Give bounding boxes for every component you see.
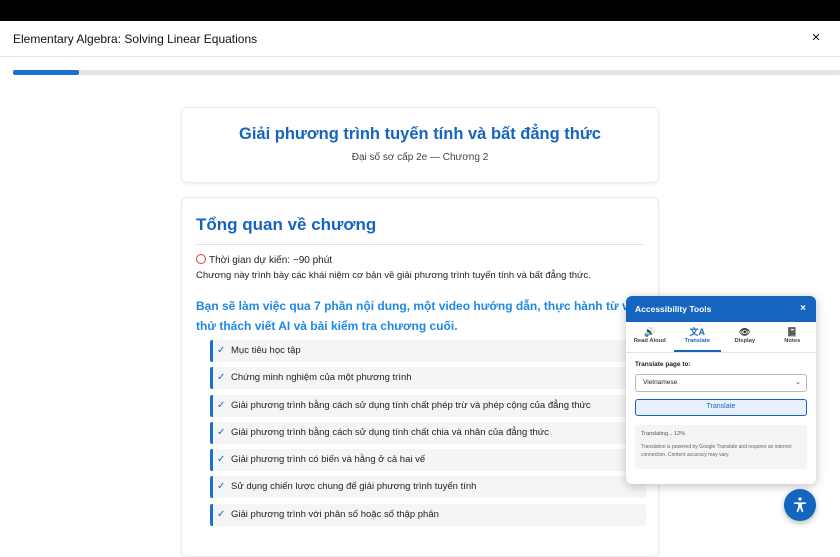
chapter-header-card: Giải phương trình tuyến tính và bất đẳng… <box>181 107 659 183</box>
chapter-title: Giải phương trình tuyến tính và bất đẳng… <box>239 125 601 143</box>
list-item[interactable]: ✓ Sử dụng chiến lược chung để giải phương… <box>210 476 646 499</box>
eye-icon: 👁 <box>739 327 751 337</box>
title-bar: Elementary Algebra: Solving Linear Equat… <box>0 21 840 57</box>
check-icon: ✓ <box>217 508 226 520</box>
list-item[interactable]: ✓ Giải phương trình bằng cách sử dụng tín… <box>210 394 646 417</box>
selected-language: Vietnamese <box>643 379 678 386</box>
estimated-time: Thời gian dự kiến: ~90 phút <box>196 254 332 266</box>
language-select[interactable]: Vietnamese ⌄ <box>635 374 807 392</box>
accessibility-panel-title: Accessibility Tools <box>635 304 712 314</box>
accessibility-icon <box>794 497 806 513</box>
tab-display[interactable]: 👁 Display <box>721 322 769 352</box>
check-icon: ✓ <box>217 345 226 356</box>
progress-fill <box>13 70 80 75</box>
accessibility-fab-button[interactable] <box>784 489 816 521</box>
translate-button[interactable]: Translate <box>635 399 807 416</box>
overview-heading: Tổng quan về chương <box>196 215 377 234</box>
window-title: Elementary Algebra: Solving Linear Equat… <box>13 32 258 46</box>
check-icon: ✓ <box>217 481 226 493</box>
divider <box>196 244 644 245</box>
tab-notes[interactable]: 📓 Notes <box>769 322 817 352</box>
accessibility-panel: Accessibility Tools × 🔊 Read Aloud 文A Tr… <box>626 296 816 484</box>
list-item[interactable]: ✓ Chứng minh nghiệm của một phương trình <box>210 367 646 390</box>
check-icon: ✓ <box>217 372 226 384</box>
check-icon: ✓ <box>217 426 226 438</box>
close-icon[interactable]: × <box>800 296 806 322</box>
chapter-overview-card: Tổng quan về chương Thời gian dự kiến: ~… <box>181 197 659 557</box>
close-icon[interactable]: × <box>808 29 824 47</box>
translation-status: Translating... 12% <box>641 431 686 437</box>
translate-icon: 文A <box>689 327 706 337</box>
estimated-time-text: Thời gian dự kiến: ~90 phút <box>209 255 333 266</box>
accessibility-panel-header: Accessibility Tools × <box>626 296 816 322</box>
overview-lead: Bạn sẽ làm việc qua 7 phần nội dung, một… <box>196 299 656 333</box>
accessibility-tabs: 🔊 Read Aloud 文A Translate 👁 Display 📓 No… <box>626 322 816 353</box>
translate-panel-body: Translate page to: Vietnamese ⌄ Translat… <box>626 353 816 477</box>
alarm-clock-icon <box>196 254 206 264</box>
chevron-down-icon: ⌄ <box>795 379 801 386</box>
translation-info-box: Translating... 12% Translation is powere… <box>635 425 807 469</box>
chapter-subtitle: Đại số sơ cấp 2e — Chương 2 <box>351 152 489 163</box>
list-item[interactable]: ✓ Giải phương trình có biến và hằng ở cả … <box>210 449 646 472</box>
tab-read-aloud[interactable]: 🔊 Read Aloud <box>626 322 674 352</box>
speaker-icon: 🔊 <box>644 327 656 337</box>
section-list: ✓ Mục tiêu học tập ✓ Chứng minh nghiệm của… <box>210 340 646 531</box>
overview-intro: Chương này trình bày các khái niệm cơ bả… <box>196 270 591 281</box>
list-item[interactable]: ✓ Giải phương trình với phân số hoặc số t… <box>210 503 646 526</box>
notebook-icon: 📓 <box>786 327 798 337</box>
translate-label: Translate page to: <box>635 361 691 368</box>
translation-note: Translation is powered by Google Transla… <box>641 444 792 458</box>
list-item[interactable]: ✓ Mục tiêu học tập <box>210 340 646 362</box>
check-icon: ✓ <box>217 454 226 466</box>
progress-bar <box>13 70 840 75</box>
top-black-bar <box>0 0 840 21</box>
tab-translate[interactable]: 文A Translate <box>673 322 721 352</box>
check-icon: ✓ <box>217 399 226 411</box>
list-item[interactable]: ✓ Giải phương trình bằng cách sử dụng tín… <box>210 421 646 444</box>
